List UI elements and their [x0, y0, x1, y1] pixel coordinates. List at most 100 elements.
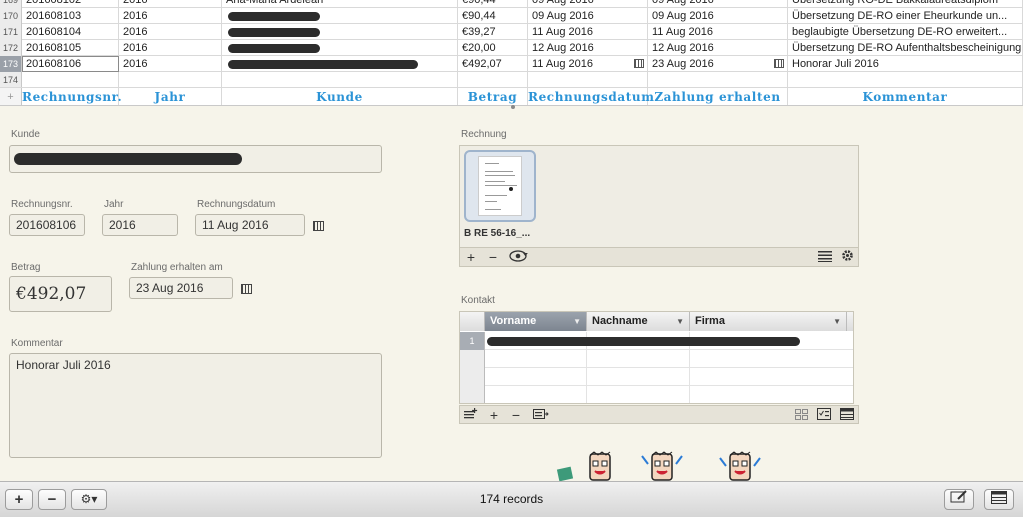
- cell-rdatum[interactable]: 09 Aug 2016: [528, 8, 648, 24]
- cell-rdatum[interactable]: 11 Aug 2016: [528, 24, 648, 40]
- cell-zdatum[interactable]: 23 Aug 2016: [648, 56, 788, 72]
- calendar-icon[interactable]: [774, 59, 784, 68]
- cell-zdatum[interactable]: 09 Aug 2016: [648, 8, 788, 24]
- header-zahlung[interactable]: Zahlung erhalten am: [648, 88, 788, 105]
- cell-betrag[interactable]: €492,07: [458, 56, 528, 72]
- cell-rdatum[interactable]: 11 Aug 2016: [528, 56, 648, 72]
- new-record-icon[interactable]: [462, 407, 480, 423]
- gear-icon[interactable]: [838, 249, 856, 265]
- cell-nr[interactable]: 201608105: [22, 40, 119, 56]
- grid-view-icon[interactable]: [792, 407, 810, 423]
- add-attachment-button[interactable]: +: [462, 249, 480, 265]
- cell-rdatum[interactable]: 12 Aug 2016: [528, 40, 648, 56]
- kommentar-field[interactable]: Honorar Juli 2016: [9, 353, 382, 458]
- contact-grid[interactable]: Vorname ▼ Nachname ▼ Firma ▼ 1: [459, 311, 854, 404]
- table-row[interactable]: 174: [0, 72, 1023, 88]
- jahr-field[interactable]: 2016: [102, 214, 178, 236]
- add-contact-button[interactable]: +: [485, 407, 503, 423]
- cell-kommentar[interactable]: Honorar Juli 2016: [788, 56, 1023, 72]
- row-number[interactable]: 172: [0, 40, 22, 56]
- cell-kunde[interactable]: [222, 8, 458, 24]
- zahlung-field[interactable]: 23 Aug 2016: [129, 277, 233, 299]
- cell-nr[interactable]: 201608106: [22, 56, 119, 72]
- attachment-thumbnail[interactable]: [464, 150, 536, 222]
- cell-betrag[interactable]: €90,44: [458, 8, 528, 24]
- header-kunde[interactable]: Kunde: [222, 88, 458, 105]
- table-view-icon[interactable]: [838, 407, 856, 423]
- table-row[interactable]: 169 201608102 2016 Ana-Maria Ardelean €90,44…: [0, 0, 1023, 8]
- cell-kunde[interactable]: [222, 24, 458, 40]
- cell-kommentar[interactable]: beglaubigte Übersetzung DE-RO erweitert.…: [788, 24, 1023, 40]
- grid-header-firma[interactable]: Firma ▼: [690, 312, 847, 331]
- calendar-icon[interactable]: [241, 284, 252, 294]
- table-mode-button[interactable]: [984, 489, 1014, 510]
- quicklook-icon[interactable]: [508, 249, 536, 265]
- cell-kunde[interactable]: [222, 56, 458, 72]
- table-row[interactable]: 172 201608105 2016 €20,00 12 Aug 2016 12 Aug …: [0, 40, 1023, 56]
- cell-kommentar[interactable]: Übersetzung RO-DE Bakkalaureatsdiplom: [788, 0, 1023, 8]
- cell-kunde[interactable]: Ana-Maria Ardelean: [222, 0, 458, 8]
- grid-header-nachname[interactable]: Nachname ▼: [587, 312, 690, 331]
- grid-header-vorname[interactable]: Vorname ▼: [485, 312, 587, 331]
- cell-zdatum[interactable]: 11 Aug 2016: [648, 24, 788, 40]
- redaction-bar: [228, 44, 320, 53]
- calendar-icon[interactable]: [634, 59, 644, 68]
- row-number[interactable]: 174: [0, 72, 22, 88]
- add-row-handle[interactable]: +: [0, 88, 22, 105]
- header-betrag[interactable]: Betrag: [458, 88, 528, 105]
- contact-toolbar: + −: [459, 405, 859, 424]
- chevron-down-icon: ▼: [833, 317, 841, 326]
- row-number[interactable]: 169: [0, 0, 22, 8]
- form-view-icon[interactable]: [815, 407, 833, 423]
- cell-zdatum[interactable]: 12 Aug 2016: [648, 40, 788, 56]
- row-number[interactable]: 170: [0, 8, 22, 24]
- cell-betrag[interactable]: €90,44: [458, 0, 528, 8]
- cell-kunde[interactable]: [222, 40, 458, 56]
- grid-row: [460, 368, 853, 386]
- betrag-field[interactable]: €492,07: [9, 276, 112, 312]
- cell-nr[interactable]: [22, 72, 119, 88]
- cell-zdatum[interactable]: [648, 72, 788, 88]
- cell-kunde[interactable]: [222, 72, 458, 88]
- header-kommentar[interactable]: Kommentar: [788, 88, 1023, 105]
- remove-attachment-button[interactable]: −: [484, 249, 502, 265]
- cell-nr[interactable]: 201608102: [22, 0, 119, 8]
- remove-contact-button[interactable]: −: [507, 407, 525, 423]
- header-rechnungsnr[interactable]: Rechnungsnr.: [22, 88, 122, 105]
- cell-kommentar[interactable]: Übersetzung DE-RO einer Eheurkunde un...: [788, 8, 1023, 24]
- table-row[interactable]: 173 201608106 2016 €492,07 11 Aug 2016 23 Aug…: [0, 56, 1023, 72]
- cell-jahr[interactable]: 2016: [119, 40, 222, 56]
- header-rechnungsdatum[interactable]: Rechnungsdatum: [528, 88, 654, 105]
- list-view-icon[interactable]: [816, 249, 834, 265]
- cell-jahr[interactable]: 2016: [119, 8, 222, 24]
- grid-row[interactable]: 1: [460, 332, 853, 350]
- attachment-area[interactable]: B RE 56-16_...: [459, 145, 859, 248]
- header-jahr[interactable]: Jahr: [119, 88, 222, 105]
- row-number[interactable]: 173: [0, 56, 22, 72]
- cell-zdatum[interactable]: 09 Aug 2016: [648, 0, 788, 8]
- cell-rdatum[interactable]: [528, 72, 648, 88]
- edit-mode-button[interactable]: [944, 489, 974, 510]
- cell-betrag[interactable]: [458, 72, 528, 88]
- calendar-icon[interactable]: [313, 221, 324, 231]
- cell-nr[interactable]: 201608103: [22, 8, 119, 24]
- cell-kommentar[interactable]: [788, 72, 1023, 88]
- cell-jahr[interactable]: 2016: [119, 24, 222, 40]
- link-record-icon[interactable]: [532, 407, 550, 423]
- rechnungsdatum-field[interactable]: 11 Aug 2016: [195, 214, 305, 236]
- row-number[interactable]: 171: [0, 24, 22, 40]
- cell-jahr[interactable]: 2016: [119, 56, 222, 72]
- cell-kommentar[interactable]: Übersetzung DE-RO Aufenthaltsbescheinigu…: [788, 40, 1023, 56]
- cell-betrag[interactable]: €39,27: [458, 24, 528, 40]
- records-table[interactable]: 169 201608102 2016 Ana-Maria Ardelean €90,44…: [0, 0, 1023, 106]
- table-row[interactable]: 171 201608104 2016 €39,27 11 Aug 2016 11 Aug …: [0, 24, 1023, 40]
- kunde-field[interactable]: [9, 145, 382, 173]
- cell-nr[interactable]: 201608104: [22, 24, 119, 40]
- table-row[interactable]: 170 201608103 2016 €90,44 09 Aug 2016 09 Aug …: [0, 8, 1023, 24]
- split-handle[interactable]: [511, 105, 515, 109]
- rechnungsnr-field[interactable]: 201608106: [9, 214, 85, 236]
- cell-rdatum[interactable]: 09 Aug 2016: [528, 0, 648, 8]
- cell-jahr[interactable]: [119, 72, 222, 88]
- cell-betrag[interactable]: €20,00: [458, 40, 528, 56]
- cell-jahr[interactable]: 2016: [119, 0, 222, 8]
